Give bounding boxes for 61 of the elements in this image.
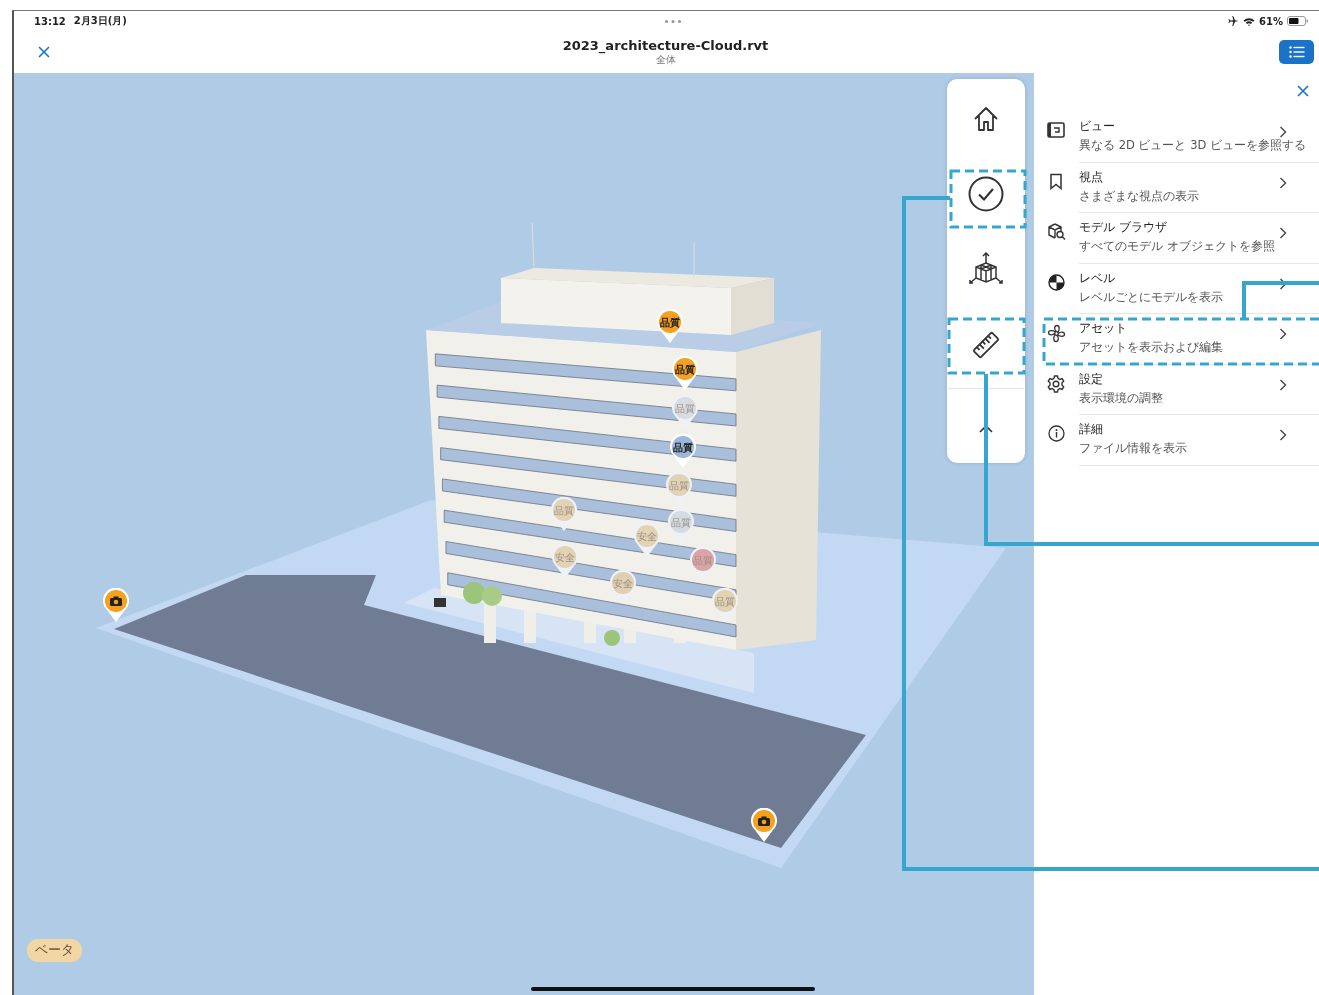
level-icon xyxy=(1047,273,1065,291)
menu-item-title: 設定 xyxy=(1079,370,1103,388)
menu-item-title: アセット xyxy=(1079,320,1127,337)
wifi-icon xyxy=(1243,16,1256,26)
chevron-right-icon xyxy=(1279,227,1287,239)
menu-item[interactable]: アセット アセットを表示および編集 xyxy=(1034,314,1319,365)
chevron-right-icon xyxy=(1279,429,1287,441)
menu-item-description: レベルごとにモデルを表示 xyxy=(1079,289,1223,305)
settings-icon xyxy=(1047,374,1065,393)
issue-pin[interactable]: 品質 xyxy=(671,356,699,390)
camera-pin[interactable] xyxy=(750,808,778,842)
menu-item-description: すべてのモデル オブジェクトを参照 xyxy=(1079,239,1275,254)
list-icon xyxy=(1288,46,1305,58)
menu-item-description: アセットを表示および編集 xyxy=(1079,340,1223,355)
menu-item-title: モデル ブラウザ xyxy=(1079,219,1167,236)
menu-item[interactable]: 視点 さまざまな視点の表示 xyxy=(1034,162,1319,213)
issue-pin[interactable]: 品質 xyxy=(656,309,684,343)
menu-item-description: ファイル情報を表示 xyxy=(1079,441,1187,456)
tree xyxy=(463,582,502,606)
menu-item-title: ビュー xyxy=(1079,118,1115,135)
menu-item[interactable]: 詳細 ファイル情報を表示 xyxy=(1034,415,1319,466)
ruler-icon xyxy=(971,329,1001,360)
menu-item-description: さまざまな視点の表示 xyxy=(1079,188,1199,204)
close-button[interactable] xyxy=(1295,83,1311,99)
menu-item[interactable]: レベル レベルごとにモデルを表示 xyxy=(1034,263,1319,314)
issue-pin[interactable]: 品質 xyxy=(669,434,697,468)
menu-item-title: 詳細 xyxy=(1079,421,1103,438)
bookmark-icon xyxy=(1049,172,1063,190)
menu-item-title: レベル xyxy=(1079,269,1115,287)
chevron-right-icon xyxy=(1279,126,1287,138)
cube-search-icon xyxy=(1046,223,1066,240)
battery-percent: 61% xyxy=(1259,15,1283,27)
close-button[interactable] xyxy=(36,44,52,60)
chevron-right-icon xyxy=(1279,328,1287,340)
camera-pin[interactable] xyxy=(102,588,130,622)
battery-icon xyxy=(1287,16,1309,26)
check-circle-icon xyxy=(967,175,1005,214)
status-date: 2月3日(月) xyxy=(73,14,127,28)
chevron-right-icon xyxy=(1279,378,1287,391)
chevron-right-icon xyxy=(1279,277,1287,290)
caret-up-icon xyxy=(978,424,994,435)
view-icon xyxy=(1047,122,1065,138)
menu-item[interactable]: モデル ブラウザ すべてのモデル オブジェクトを参照 xyxy=(1034,213,1319,264)
menu-item-title: 視点 xyxy=(1079,168,1103,186)
menu-item-description: 表示環境の調整 xyxy=(1079,390,1163,406)
beta-badge: ベータ xyxy=(27,939,82,962)
close-icon xyxy=(38,46,50,58)
fan-icon xyxy=(1046,324,1066,343)
list-menu-button[interactable] xyxy=(1279,40,1314,64)
chevron-right-icon xyxy=(1279,176,1287,189)
status-time: 13:12 xyxy=(34,15,66,27)
file-title: 2023_architecture-Cloud.rvt xyxy=(562,37,769,53)
tree xyxy=(604,630,620,646)
bench xyxy=(434,598,446,607)
menu-item-description: 異なる 2D ビューと 3D ビューを参照する xyxy=(1079,138,1306,153)
info-icon xyxy=(1047,425,1065,442)
menu-item[interactable]: 設定 表示環境の調整 xyxy=(1034,364,1319,415)
close-icon xyxy=(1297,85,1309,97)
view-subtitle: 全体 xyxy=(655,53,676,67)
more-dots-icon[interactable] xyxy=(664,19,682,24)
menu-item[interactable]: ビュー 異なる 2D ビューと 3D ビューを参照する xyxy=(1034,112,1319,163)
